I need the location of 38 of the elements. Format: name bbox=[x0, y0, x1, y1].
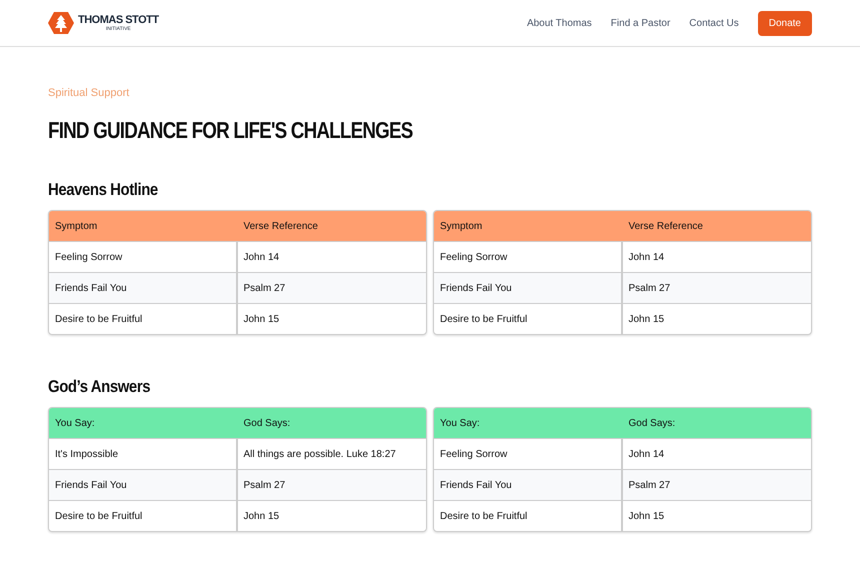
nav-link[interactable]: About Thomas bbox=[526, 18, 592, 28]
section-heading: Heavens Hotline bbox=[48, 180, 159, 200]
column-header: Symptom bbox=[439, 220, 484, 232]
column-header: God Says: bbox=[242, 418, 292, 428]
table-cell-text: John 15 bbox=[242, 312, 280, 326]
table-cell-text: Psalm 27 bbox=[628, 282, 672, 296]
table-cell: Desire to be Fruitful bbox=[434, 304, 622, 334]
table-cell-text: All things are possible. Luke 18:27 bbox=[242, 448, 397, 462]
table-cell: Desire to be Fruitful bbox=[434, 501, 622, 531]
table-cell: Friends Fail You bbox=[434, 470, 622, 500]
table-cell-text: John 15 bbox=[628, 312, 666, 326]
column-header: Verse Reference bbox=[242, 220, 319, 232]
table-cell-text: John 14 bbox=[628, 250, 666, 264]
column-header: You Say: bbox=[439, 418, 481, 428]
column-header: Symptom bbox=[54, 220, 98, 232]
table-cell: Desire to be Fruitful bbox=[49, 304, 238, 334]
table-cell-text: John 15 bbox=[242, 510, 280, 524]
column-header: God Says: bbox=[628, 418, 676, 428]
donate-button[interactable]: Donate bbox=[758, 10, 812, 36]
table-cell: Friends Fail You bbox=[434, 273, 622, 303]
nav-link[interactable]: Contact Us bbox=[689, 18, 739, 28]
eyebrow-text: Spiritual Support bbox=[48, 87, 130, 99]
table-cell: Friends Fail You bbox=[49, 273, 238, 303]
table-cell-text: Psalm 27 bbox=[242, 478, 286, 492]
table-cell: Friends Fail You bbox=[49, 470, 238, 500]
page-title: FIND GUIDANCE FOR LIFE'S CHALLENGES bbox=[48, 117, 414, 144]
table-cell-text: Psalm 27 bbox=[242, 282, 286, 296]
nav-link[interactable]: Find a Pastor bbox=[610, 18, 670, 28]
table-cell-text: Psalm 27 bbox=[628, 478, 672, 492]
table-cell-text: John 14 bbox=[242, 250, 280, 264]
column-header: Verse Reference bbox=[628, 220, 704, 232]
tree-logo-icon bbox=[48, 12, 74, 34]
logo-name: THOMAS STOTT bbox=[78, 14, 159, 26]
table-cell: Desire to be Fruitful bbox=[49, 501, 238, 531]
table-cell-text: John 14 bbox=[628, 448, 666, 462]
table-cell-text: John 15 bbox=[628, 510, 666, 524]
column-header: You Say: bbox=[54, 418, 96, 428]
section-heading: God’s Answers bbox=[48, 377, 152, 397]
